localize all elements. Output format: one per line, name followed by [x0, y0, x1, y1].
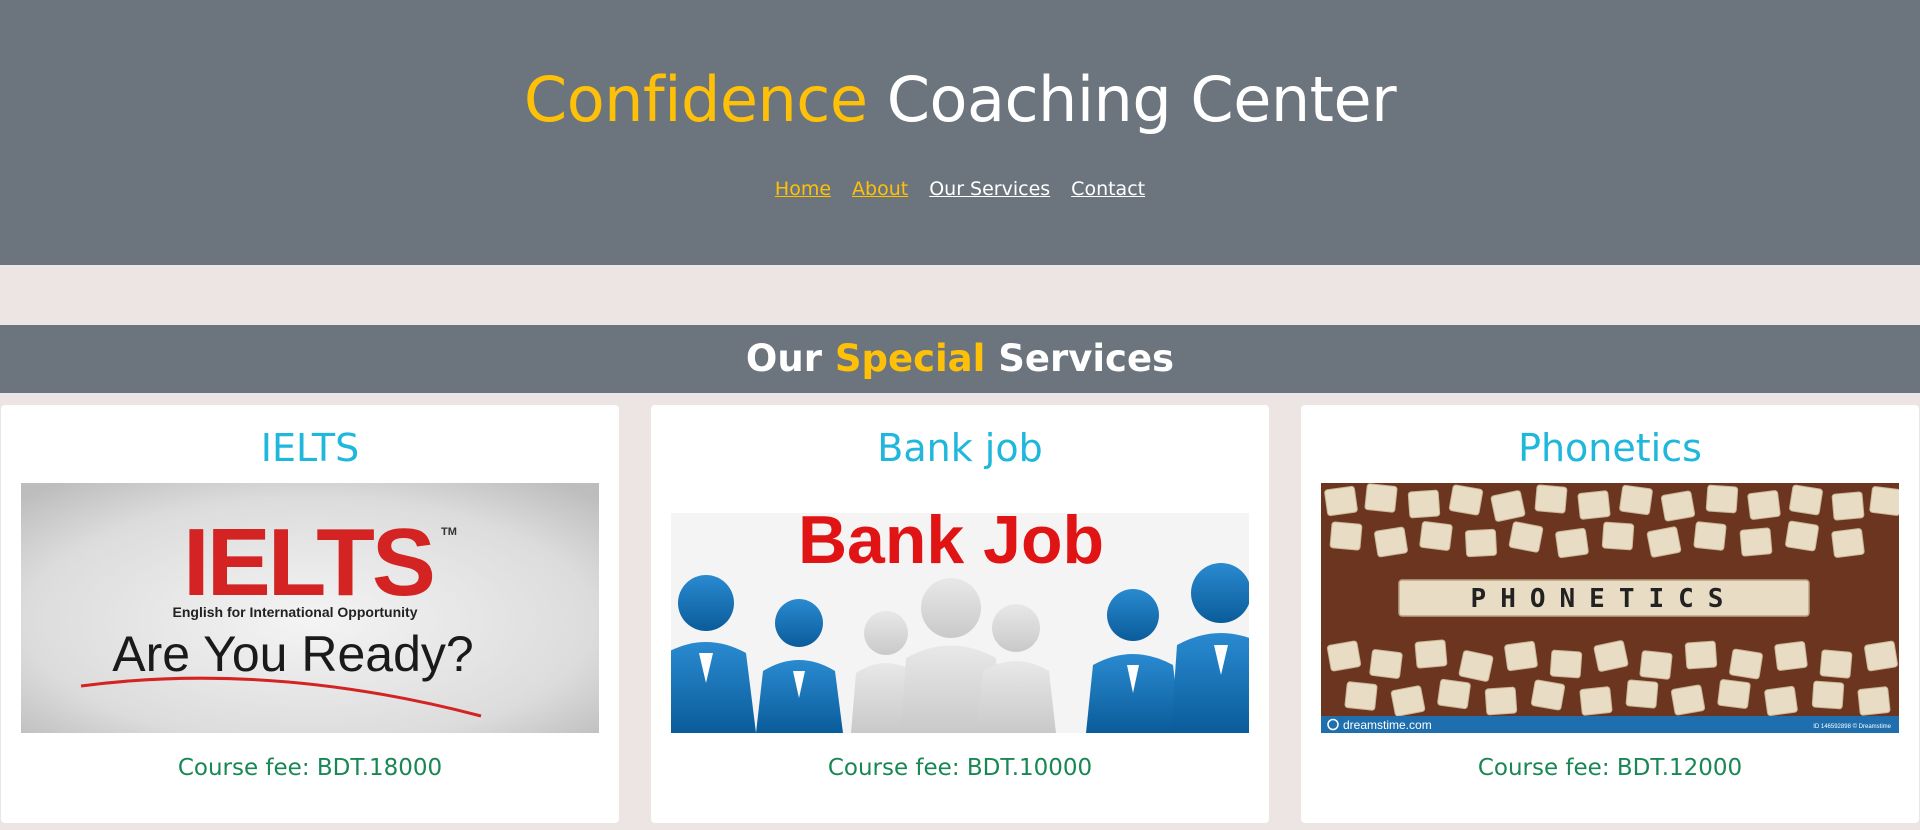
card-fee: Course fee: BDT.18000 — [177, 755, 443, 781]
services-heading-pre: Our — [745, 337, 835, 380]
image-credit-text: ID 146592898 © Dreamstime — [1813, 723, 1891, 730]
services-heading: Our Special Services — [0, 325, 1920, 393]
watermark-text: dreamstime.com — [1343, 718, 1432, 732]
card-title: Phonetics — [1518, 426, 1702, 470]
service-card-phonetics: Phonetics PHONETICS dreamstime.com ID 14… — [1301, 405, 1919, 823]
ielts-tm-text: TM — [441, 526, 457, 538]
nav-link-contact[interactable]: Contact — [1071, 178, 1145, 200]
bank-job-image: Bank Job — [671, 483, 1249, 733]
ielts-brand-text: IELTS — [183, 509, 433, 616]
site-title: Confidence Coaching Center — [0, 62, 1920, 138]
phonetics-word-tiles: PHONETICS — [1398, 579, 1810, 617]
ielts-image-art: IELTS TM English for International Oppor… — [21, 483, 599, 733]
site-header: Confidence Coaching Center Home About Ou… — [0, 0, 1920, 265]
phonetics-image-art: PHONETICS dreamstime.com ID 146592898 © … — [1321, 483, 1899, 733]
service-card-bank-job: Bank job Bank Job Course fee: BDT.10000 — [651, 405, 1269, 823]
services-heading-band: Our Special Services — [0, 325, 1920, 393]
card-fee: Course fee: BDT.10000 — [827, 755, 1093, 781]
card-title: Bank job — [877, 426, 1043, 470]
service-card-ielts: IELTS IELTS TM English for International… — [1, 405, 619, 823]
services-heading-post: Services — [985, 337, 1175, 380]
nav-link-our-services[interactable]: Our Services — [929, 178, 1050, 200]
card-fee: Course fee: BDT.12000 — [1477, 755, 1743, 781]
ielts-slogan-text: Are You Ready? — [112, 626, 473, 682]
phonetics-word-text: PHONETICS — [1471, 584, 1738, 614]
bank-job-headline-text: Bank Job — [798, 502, 1104, 578]
site-title-accent: Confidence — [523, 63, 868, 136]
nav-link-home[interactable]: Home — [775, 178, 831, 200]
services-heading-accent: Special — [834, 337, 986, 380]
card-title: IELTS — [260, 426, 360, 470]
main-nav: Home About Our Services Contact — [0, 178, 1920, 200]
ielts-image: IELTS TM English for International Oppor… — [21, 483, 599, 733]
bank-job-image-art: Bank Job — [671, 483, 1249, 733]
phonetics-image: PHONETICS dreamstime.com ID 146592898 © … — [1321, 483, 1899, 733]
ielts-tagline-text: English for International Opportunity — [173, 604, 418, 620]
nav-link-about[interactable]: About — [852, 178, 908, 200]
site-title-rest: Coaching Center — [867, 63, 1397, 136]
